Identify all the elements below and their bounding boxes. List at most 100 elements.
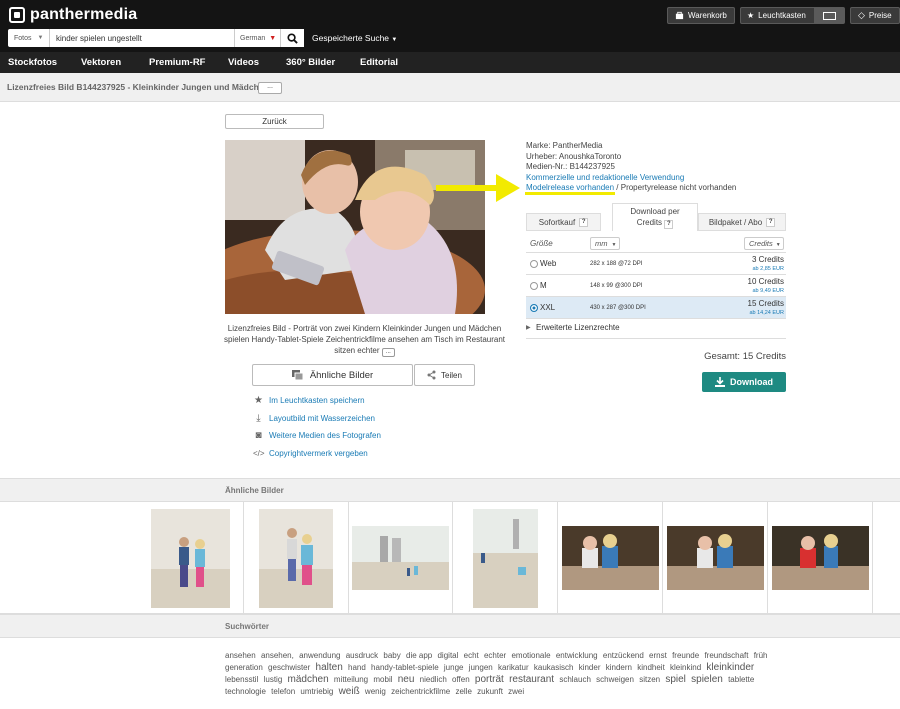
keyword-tag[interactable]: kleinkinder xyxy=(706,662,754,673)
keyword-tag[interactable]: zwei xyxy=(508,687,524,696)
keyword-tag[interactable]: offen xyxy=(452,675,470,684)
keyword-tag[interactable]: entzückend xyxy=(603,651,644,660)
keyword-tag[interactable]: generation xyxy=(225,663,263,672)
keyword-tag[interactable]: anwendung xyxy=(299,651,340,660)
similar-thumb[interactable] xyxy=(768,502,873,614)
keyword-tag[interactable]: zeichentrickfilme xyxy=(391,687,450,696)
nav-vektoren[interactable]: Vektoren xyxy=(81,57,121,68)
keyword-tag[interactable]: porträt xyxy=(475,674,504,685)
prices-button[interactable]: ◇ Preise xyxy=(850,7,900,24)
keyword-tag[interactable]: kinder xyxy=(579,663,601,672)
keyword-tag[interactable]: echt xyxy=(464,651,479,660)
keyword-tag[interactable]: baby xyxy=(383,651,400,660)
keyword-tag[interactable]: spiel xyxy=(665,674,686,685)
similar-images-button[interactable]: Ähnliche Bilder xyxy=(252,364,413,386)
tab-credits[interactable]: Download per Credits ? xyxy=(612,203,698,231)
keyword-tag[interactable]: mitteilung xyxy=(334,675,368,684)
radio-xxl[interactable] xyxy=(530,304,538,312)
keyword-tag[interactable]: freundschaft xyxy=(704,651,748,660)
search-type-select[interactable]: Fotos ▼ xyxy=(8,29,50,47)
keyword-tag[interactable]: restaurant xyxy=(509,674,554,685)
nav-premium-rf[interactable]: Premium-RF xyxy=(149,57,205,68)
similar-thumb[interactable] xyxy=(663,502,768,614)
nav-editorial[interactable]: Editorial xyxy=(360,57,398,68)
keyword-tag[interactable]: mädchen xyxy=(288,674,329,685)
keyword-tag[interactable]: lustig xyxy=(264,675,283,684)
keyword-tag[interactable]: früh xyxy=(754,651,768,660)
keyword-tag[interactable]: freunde xyxy=(672,651,699,660)
caption-more-button[interactable]: ... xyxy=(381,348,395,357)
keyword-tag[interactable]: emotionale xyxy=(511,651,550,660)
main-photo[interactable] xyxy=(225,140,485,314)
tab-bildpaket[interactable]: Bildpaket / Abo? xyxy=(698,213,786,231)
keyword-tag[interactable]: jungen xyxy=(469,663,493,672)
size-option-xxl[interactable]: XXL 430 x 287 @300 DPI 15 Credits ab 14,… xyxy=(526,297,786,319)
author-line[interactable]: Urheber: AnoushkaToronto xyxy=(526,152,736,163)
lightbox-button[interactable]: ★ Leuchtkasten xyxy=(740,7,845,24)
copyright-link[interactable]: </> Copyrightvermerk vergeben xyxy=(253,445,381,463)
keyword-tag[interactable]: ansehen xyxy=(225,651,256,660)
save-to-lightbox-link[interactable]: ★ Im Leuchtkasten speichern xyxy=(253,392,381,410)
nav-stockfotos[interactable]: Stockfotos xyxy=(8,57,57,68)
saved-search-dropdown[interactable]: Gespeicherte Suche ▼ xyxy=(312,33,397,43)
keyword-tag[interactable]: tablette xyxy=(728,675,754,684)
similar-thumb[interactable] xyxy=(349,502,453,614)
keyword-tag[interactable]: echter xyxy=(484,651,506,660)
keyword-tag[interactable]: schlauch xyxy=(559,675,591,684)
help-icon[interactable]: ? xyxy=(664,219,674,229)
keyword-tag[interactable]: geschwister xyxy=(268,663,310,672)
keyword-tag[interactable]: sitzen xyxy=(639,675,660,684)
keyword-tag[interactable]: junge xyxy=(444,663,464,672)
nav-videos[interactable]: Videos xyxy=(228,57,259,68)
size-option-web[interactable]: Web 282 x 188 @72 DPI 3 Credits ab 2,85 … xyxy=(526,253,786,275)
language-select[interactable]: German ▼ xyxy=(234,29,280,47)
similar-thumb[interactable] xyxy=(453,502,558,614)
download-button[interactable]: Download xyxy=(702,372,786,392)
price-unit-select[interactable]: Credits ▼ xyxy=(744,237,784,250)
keyword-tag[interactable]: handy-tablet-spiele xyxy=(371,663,439,672)
keyword-tag[interactable]: entwicklung xyxy=(556,651,598,660)
cart-button[interactable]: Warenkorb xyxy=(667,7,735,24)
keyword-tag[interactable]: weiß xyxy=(339,686,360,697)
keyword-tag[interactable]: kindheit xyxy=(637,663,665,672)
share-button[interactable]: Teilen xyxy=(414,364,475,386)
keyword-tag[interactable]: kindern xyxy=(606,663,632,672)
keyword-tag[interactable]: kaukasisch xyxy=(534,663,574,672)
keyword-tag[interactable]: niedlich xyxy=(420,675,447,684)
radio-web[interactable] xyxy=(530,260,538,268)
keyword-tag[interactable]: wenig xyxy=(365,687,386,696)
size-option-m[interactable]: M 148 x 99 @300 DPI 10 Credits ab 9,49 E… xyxy=(526,275,786,297)
keyword-tag[interactable]: lebensstil xyxy=(225,675,258,684)
keyword-tag[interactable]: telefon xyxy=(271,687,295,696)
back-button[interactable]: Zurück xyxy=(225,114,324,129)
model-release-link[interactable]: Modelrelease vorhanden xyxy=(526,183,614,192)
help-icon[interactable]: ? xyxy=(579,217,589,227)
search-input[interactable]: kinder spielen ungestellt xyxy=(50,34,234,43)
keyword-tag[interactable]: technologie xyxy=(225,687,266,696)
logo[interactable]: panthermedia xyxy=(9,6,137,24)
keyword-tag[interactable]: neu xyxy=(398,674,415,685)
photographer-media-link[interactable]: ◙ Weitere Medien des Fotografen xyxy=(253,427,380,445)
nav-360-bilder[interactable]: 360° Bilder xyxy=(286,57,335,68)
keyword-tag[interactable]: digital xyxy=(437,651,458,660)
tab-sofortkauf[interactable]: Sofortkauf? xyxy=(526,213,601,231)
keyword-tag[interactable]: karikatur xyxy=(498,663,529,672)
unit-select[interactable]: mm ▼ xyxy=(590,237,620,250)
similar-thumb[interactable] xyxy=(558,502,663,614)
keyword-tag[interactable]: hand xyxy=(348,663,366,672)
keyword-tag[interactable]: kleinkind xyxy=(670,663,701,672)
help-icon[interactable]: ? xyxy=(766,217,776,227)
usage-link[interactable]: Kommerzielle und redaktionelle Verwendun… xyxy=(526,173,736,184)
similar-thumb[interactable] xyxy=(138,502,244,614)
keyword-tag[interactable]: ernst xyxy=(649,651,667,660)
radio-m[interactable] xyxy=(530,282,538,290)
keyword-tag[interactable]: zelle xyxy=(455,687,471,696)
watermark-layout-link[interactable]: ⤓ Layoutbild mit Wasserzeichen xyxy=(253,410,381,428)
keyword-tag[interactable]: ansehen, xyxy=(261,651,294,660)
keyword-tag[interactable]: die app xyxy=(406,651,432,660)
keyword-tag[interactable]: halten xyxy=(316,662,343,673)
keyword-tag[interactable]: mobil xyxy=(373,675,392,684)
keyword-tag[interactable]: spielen xyxy=(691,674,723,685)
keyword-tag[interactable]: schweigen xyxy=(596,675,634,684)
extended-license-toggle[interactable]: ▶ Erweiterte Lizenzrechte xyxy=(526,319,786,339)
